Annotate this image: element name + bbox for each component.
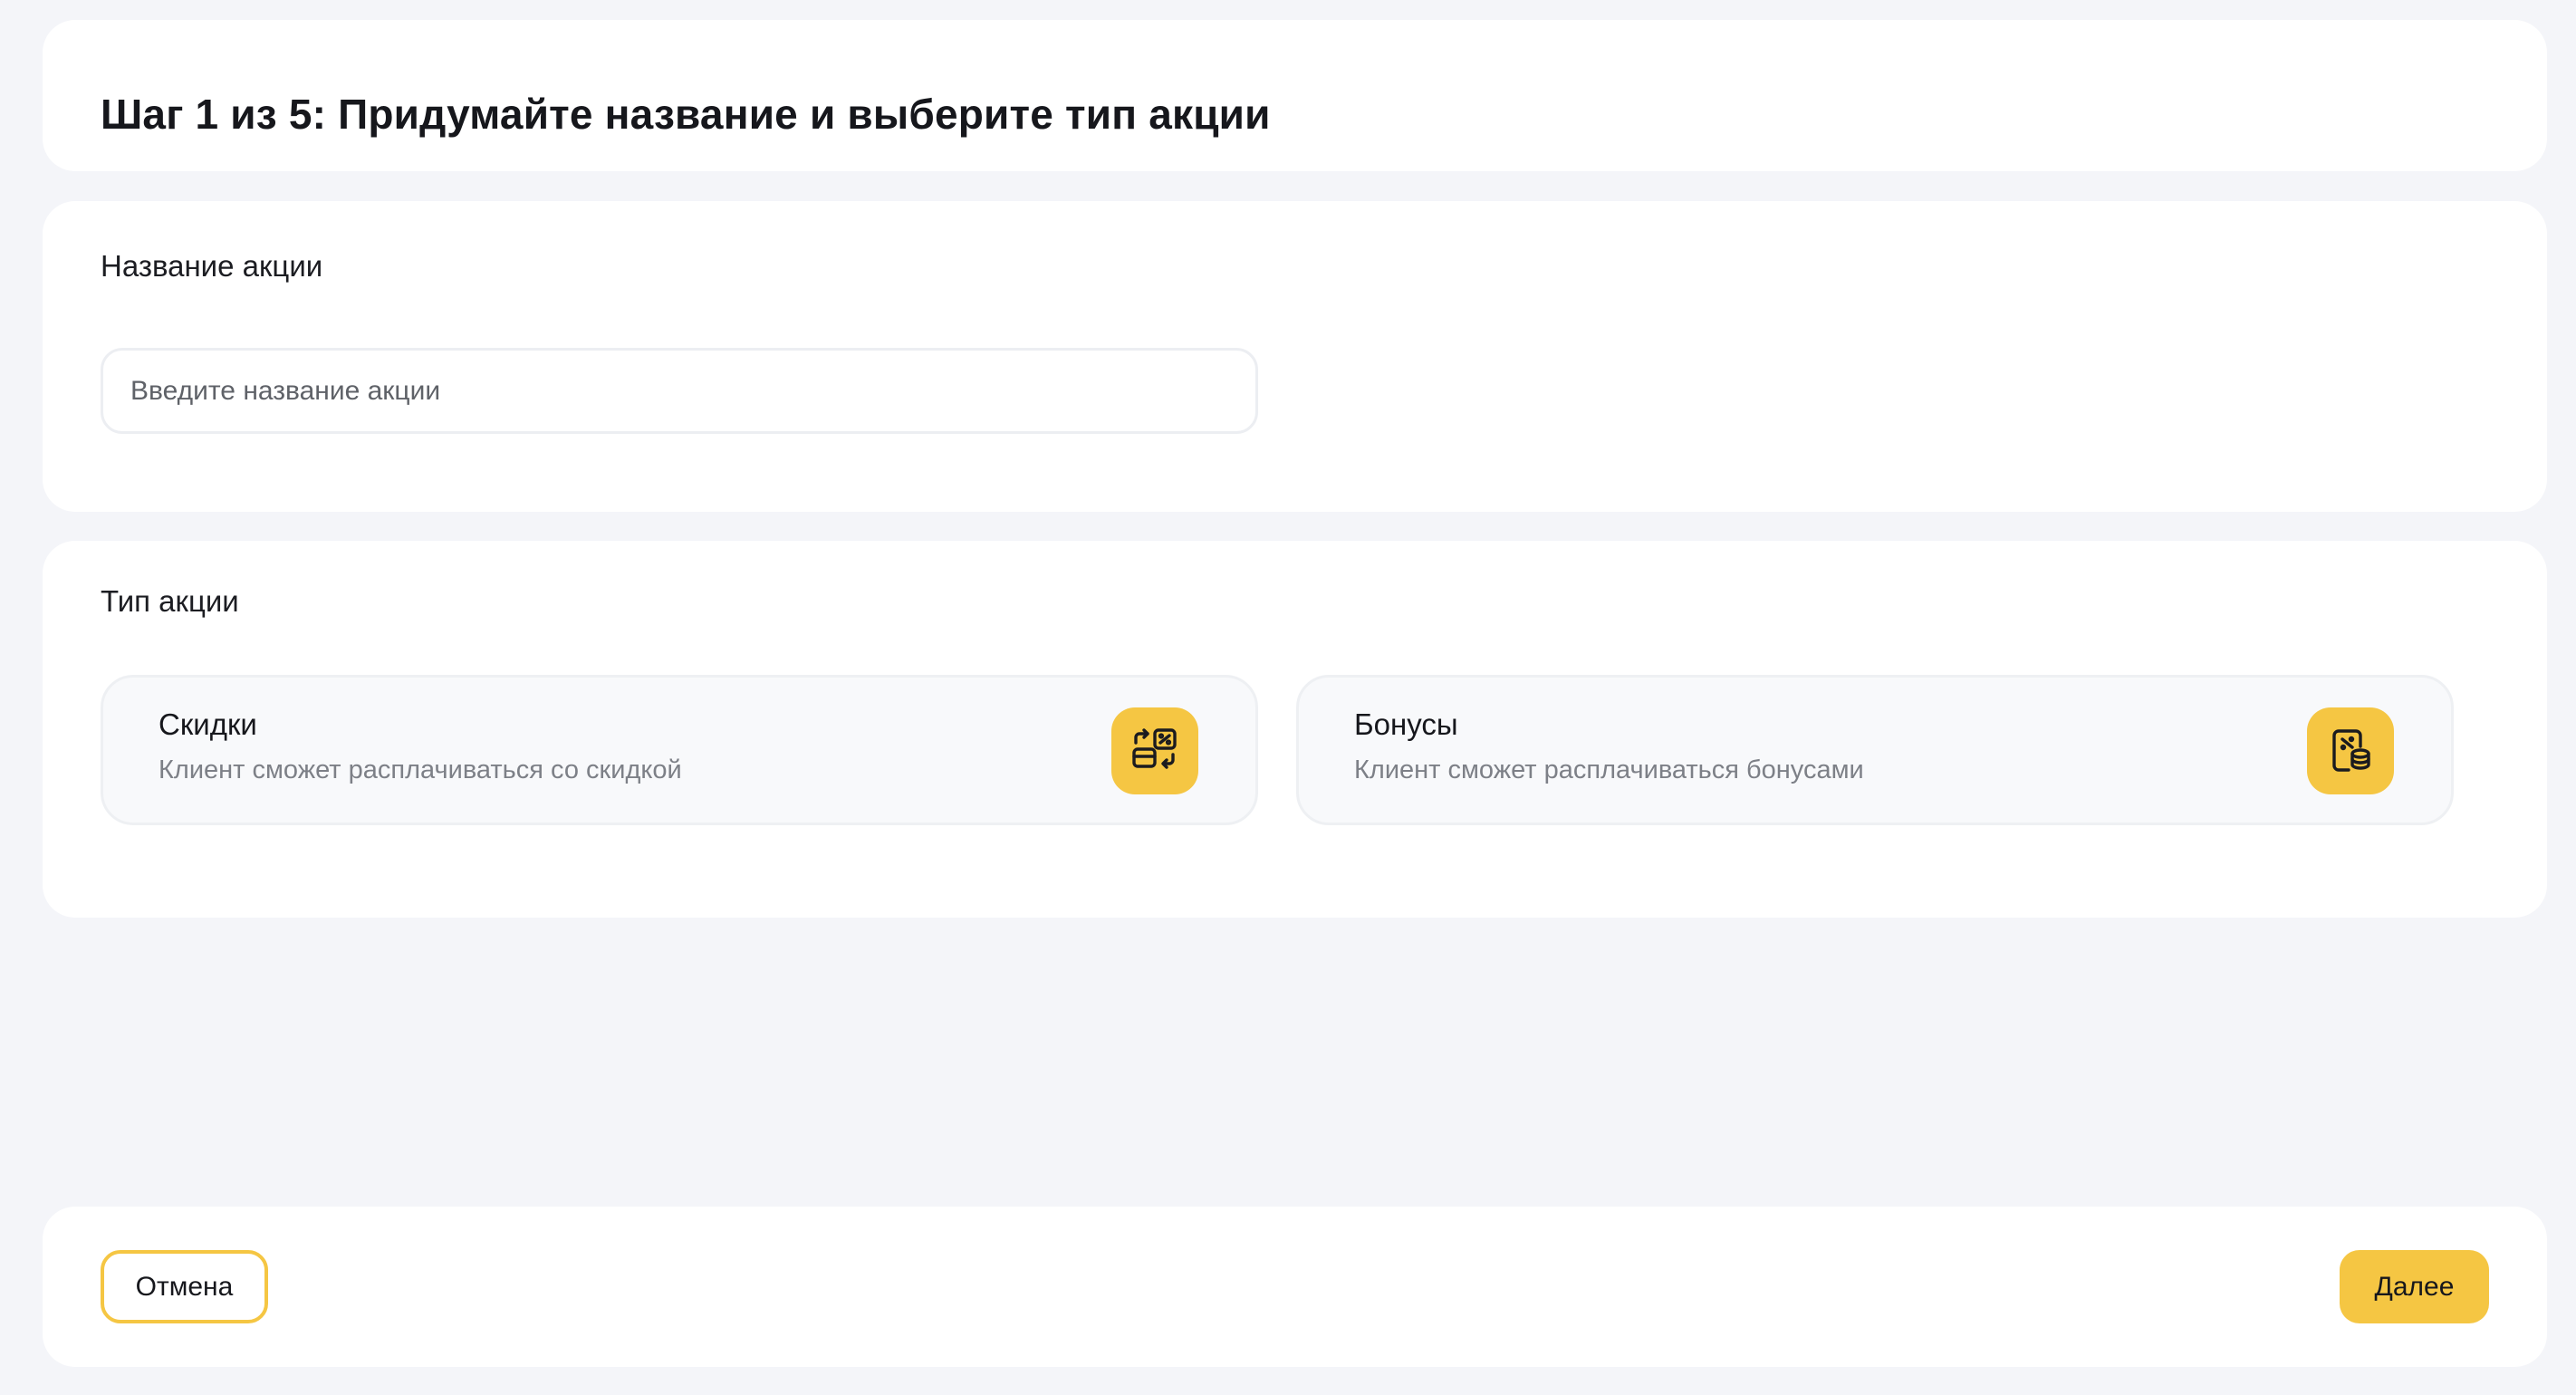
- promo-type-option-bonuses[interactable]: Бонусы Клиент сможет расплачиваться бону…: [1296, 675, 2454, 825]
- step-header-card: Шаг 1 из 5: Придумайте название и выбери…: [43, 20, 2547, 171]
- discount-exchange-icon: [1111, 707, 1198, 794]
- footer-actions: Отмена Далее: [43, 1207, 2547, 1367]
- page-title: Шаг 1 из 5: Придумайте название и выбери…: [101, 91, 1271, 138]
- option-description: Клиент сможет расплачиваться со скидкой: [159, 755, 682, 784]
- promo-name-input[interactable]: [101, 348, 1258, 434]
- next-button[interactable]: Далее: [2340, 1250, 2489, 1323]
- option-title: Бонусы: [1354, 707, 1458, 741]
- promo-name-section: Название акции: [43, 201, 2547, 512]
- bonus-coins-icon: [2307, 707, 2394, 794]
- option-description: Клиент сможет расплачиваться бонусами: [1354, 755, 1864, 784]
- promo-type-option-discounts[interactable]: Скидки Клиент сможет расплачиваться со с…: [101, 675, 1258, 825]
- promo-type-section: Тип акции Скидки Клиент сможет расплачив…: [43, 541, 2547, 918]
- promo-type-label: Тип акции: [101, 584, 239, 618]
- cancel-button[interactable]: Отмена: [101, 1250, 268, 1323]
- option-title: Скидки: [159, 707, 257, 741]
- promo-name-label: Название акции: [101, 249, 323, 283]
